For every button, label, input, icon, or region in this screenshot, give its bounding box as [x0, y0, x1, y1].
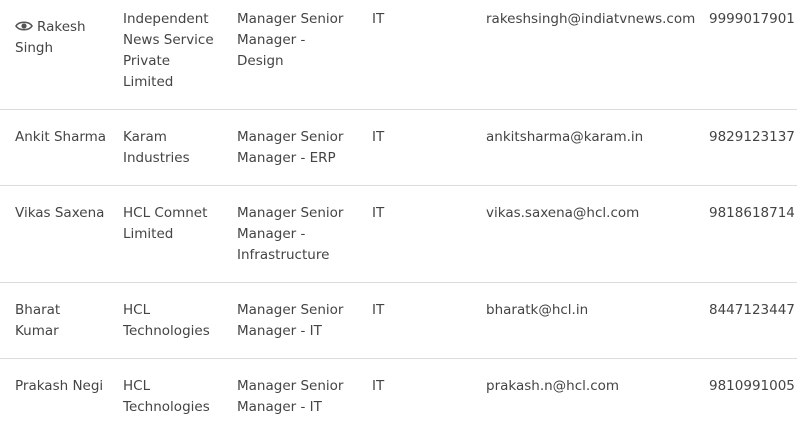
table-row: Bharat Kumar HCL Technologies Manager Se… — [0, 283, 797, 359]
table-row: Rakesh Singh Independent News Service Pr… — [0, 0, 797, 110]
department-cell: IT — [372, 378, 385, 394]
contact-name: Vikas Saxena — [15, 205, 105, 221]
department-cell: IT — [372, 302, 385, 318]
department-cell: IT — [372, 129, 385, 145]
department-cell: IT — [372, 205, 385, 221]
designation-cell: Manager Senior Manager - Design — [237, 11, 344, 69]
email-cell: rakeshsingh@indiatvnews.com — [486, 11, 696, 27]
designation-cell: Manager Senior Manager - Infrastructure — [237, 205, 344, 263]
department-cell: IT — [372, 11, 385, 27]
contact-name: Ankit Sharma — [15, 129, 107, 145]
phone-cell: 9810991005 — [709, 378, 795, 394]
company-cell: Independent News Service Private Limited — [123, 11, 214, 90]
phone-cell: 9829123137 — [709, 129, 795, 145]
table-row: Ankit Sharma Karam Industries Manager Se… — [0, 110, 797, 186]
email-cell: ankitsharma@karam.in — [486, 129, 644, 145]
email-cell: vikas.saxena@hcl.com — [486, 205, 640, 221]
contact-name-cell: Rakesh Singh — [15, 17, 107, 59]
phone-cell: 8447123447 — [709, 302, 795, 318]
company-cell: Karam Industries — [123, 129, 190, 166]
table-row: Prakash Negi HCL Technologies Manager Se… — [0, 359, 797, 425]
phone-cell: 9818618714 — [709, 205, 795, 221]
contact-name: Bharat Kumar — [15, 302, 61, 339]
company-cell: HCL Technologies — [123, 302, 210, 339]
designation-cell: Manager Senior Manager - ERP — [237, 129, 344, 166]
company-cell: HCL Comnet Limited — [123, 205, 208, 242]
contacts-table: Rakesh Singh Independent News Service Pr… — [0, 0, 797, 425]
table-row: Vikas Saxena HCL Comnet Limited Manager … — [0, 186, 797, 283]
email-cell: prakash.n@hcl.com — [486, 378, 620, 394]
email-cell: bharatk@hcl.in — [486, 302, 589, 318]
designation-cell: Manager Senior Manager - IT — [237, 302, 344, 339]
contact-name: Prakash Negi — [15, 378, 104, 394]
eye-icon[interactable] — [15, 20, 33, 32]
company-cell: HCL Technologies — [123, 378, 210, 415]
designation-cell: Manager Senior Manager - IT — [237, 378, 344, 415]
phone-cell: 9999017901 — [709, 11, 795, 27]
